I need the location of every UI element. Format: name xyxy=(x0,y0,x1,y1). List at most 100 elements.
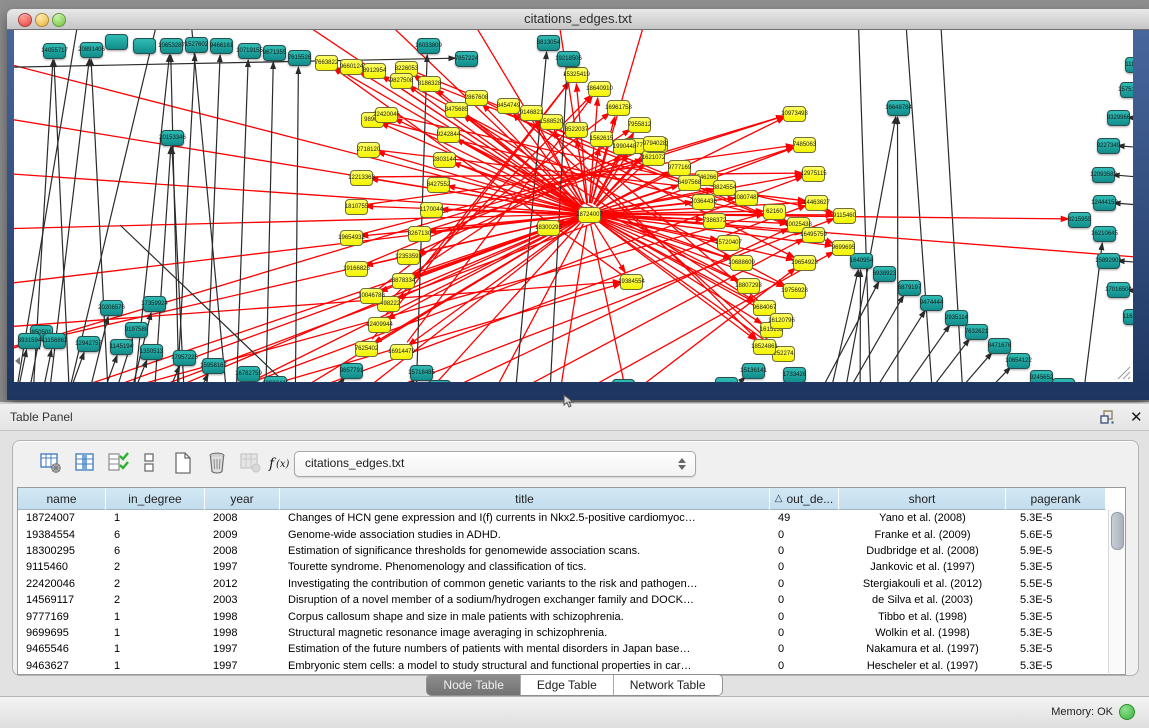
graph-node[interactable]: 8267130 xyxy=(408,226,431,242)
graph-node[interactable]: 10807487 xyxy=(735,190,758,206)
graph-node[interactable]: 9227349 xyxy=(1097,138,1120,154)
graph-node[interactable]: 62160 xyxy=(763,204,786,220)
graph-node[interactable]: 10046788 xyxy=(360,288,383,304)
graph-node[interactable]: 19756928 xyxy=(783,283,806,299)
graph-node[interactable]: 12353593 xyxy=(397,249,420,265)
graph-node[interactable]: 10653287 xyxy=(160,38,183,54)
column-header-name[interactable]: name xyxy=(18,488,106,510)
graph-node[interactable] xyxy=(105,34,128,50)
graph-node[interactable] xyxy=(428,380,451,382)
graph-node[interactable]: 14055717 xyxy=(43,43,66,59)
delete-table-icon[interactable] xyxy=(237,449,265,477)
graph-node[interactable]: 19654923 xyxy=(793,255,816,271)
graph-node[interactable]: 8427552 xyxy=(427,177,450,193)
table-row[interactable]: 1872400712008Changes of HCN gene express… xyxy=(18,510,1107,526)
graph-node[interactable]: 15136141 xyxy=(742,363,765,379)
graph-node[interactable]: 9794028 xyxy=(643,136,666,152)
graph-node[interactable]: 20364436 xyxy=(692,194,715,210)
graph-node[interactable]: 8471676 xyxy=(988,338,1011,354)
graph-node[interactable]: 1170044 xyxy=(420,202,443,218)
graph-node[interactable]: 1117204 xyxy=(1125,57,1133,73)
graph-node[interactable]: 18724007 xyxy=(578,207,601,223)
graph-node[interactable] xyxy=(612,379,635,382)
column-header-pagerank[interactable]: pagerank xyxy=(1006,488,1106,510)
table-row[interactable]: 2242004622012Investigating the contribut… xyxy=(18,576,1107,592)
graph-node[interactable]: 16033809 xyxy=(417,38,440,54)
window-titlebar[interactable]: citations_edges.txt xyxy=(7,9,1149,30)
graph-node[interactable]: 9660124 xyxy=(340,59,363,75)
graph-node[interactable]: 3475685 xyxy=(445,102,468,118)
graph-node[interactable]: 1562615 xyxy=(590,131,613,147)
float-panel-icon[interactable] xyxy=(1100,410,1114,424)
table-row[interactable]: 946362711997Embryonic stem cells: a mode… xyxy=(18,658,1107,673)
graph-node[interactable]: 12942757 xyxy=(77,336,100,352)
graph-node[interactable]: 7857224 xyxy=(455,51,478,67)
graph-node[interactable]: 1588520 xyxy=(540,114,563,130)
table-row[interactable]: 911546021997Tourette syndrome. Phenomeno… xyxy=(18,559,1107,575)
resize-grip[interactable] xyxy=(1117,366,1131,380)
graph-node[interactable]: 14463627 xyxy=(805,195,828,211)
column-header-out_de[interactable]: △out_de... xyxy=(770,488,839,510)
graph-node[interactable]: 12444153 xyxy=(1093,195,1116,211)
graph-node[interactable]: 10688609 xyxy=(730,255,753,271)
graph-node[interactable]: 6497568 xyxy=(678,175,701,191)
graph-node[interactable]: 9146821 xyxy=(520,105,543,121)
graph-node[interactable]: 15892901 xyxy=(1097,253,1120,269)
graph-node[interactable]: 1350513 xyxy=(140,344,163,360)
graph-node[interactable]: 18300295 xyxy=(537,220,560,236)
graph-node[interactable]: 16495759 xyxy=(802,227,825,243)
graph-node[interactable]: 12213363 xyxy=(350,170,373,186)
graph-node[interactable]: 19166825 xyxy=(345,261,368,277)
graph-node[interactable]: 7625402 xyxy=(355,341,378,357)
graph-node[interactable]: 16961758 xyxy=(607,100,630,116)
graph-node[interactable]: 19384554 xyxy=(620,274,643,290)
new-column-icon[interactable] xyxy=(169,449,197,477)
function-builder-icon[interactable]: f(x) xyxy=(267,449,295,477)
column-header-in_degree[interactable]: in_degree xyxy=(106,488,205,510)
graph-node[interactable]: 20891406 xyxy=(80,42,103,58)
graph-node[interactable]: 7386372 xyxy=(703,213,726,229)
table-row[interactable]: 946554611997Estimation of the future num… xyxy=(18,641,1107,657)
close-panel-icon[interactable]: ✕ xyxy=(1130,408,1143,426)
graph-node[interactable] xyxy=(133,38,156,54)
graph-node[interactable]: 16210645 xyxy=(1093,226,1116,242)
graph-node[interactable]: 19218506 xyxy=(557,51,580,67)
graph-node[interactable]: 9245652 xyxy=(1030,370,1053,382)
table-scrollbar[interactable] xyxy=(1108,510,1125,673)
graph-node[interactable]: 15958167 xyxy=(202,358,225,374)
graph-node[interactable]: 10719155 xyxy=(238,43,261,59)
graph-node[interactable]: 18524861 xyxy=(753,339,776,355)
graph-node[interactable]: 1145194 xyxy=(110,339,133,355)
graph-node[interactable]: 8878334 xyxy=(392,273,415,289)
graph-node[interactable]: 15720407 xyxy=(717,235,740,251)
graph-node[interactable]: 15325419 xyxy=(565,67,588,83)
graph-node[interactable]: 8813054 xyxy=(537,35,560,51)
graph-node[interactable]: 8186328 xyxy=(418,76,441,92)
graph-node[interactable]: 16648784 xyxy=(887,100,910,116)
graph-node[interactable]: 2867608 xyxy=(465,90,488,106)
graph-node[interactable]: 9827508 xyxy=(390,73,413,89)
column-header-year[interactable]: year xyxy=(205,488,280,510)
scrollbar-thumb[interactable] xyxy=(1111,512,1124,550)
graph-node[interactable]: 6879197 xyxy=(898,280,921,296)
graph-node[interactable]: 16120796 xyxy=(770,313,793,329)
graph-node[interactable]: 1990448 xyxy=(613,139,636,155)
graph-node[interactable]: 9857791 xyxy=(340,363,363,379)
graph-node[interactable]: 12093582 xyxy=(1092,167,1115,183)
graph-node[interactable]: 9671355 xyxy=(263,45,286,61)
graph-node[interactable]: 19654932 xyxy=(340,230,363,246)
graph-node[interactable]: 1640954 xyxy=(850,253,873,269)
table-mode-icon[interactable] xyxy=(37,449,65,477)
graph-node[interactable]: 17359924 xyxy=(143,296,166,312)
table-body[interactable]: 1872400712008Changes of HCN gene express… xyxy=(18,510,1107,673)
graph-node[interactable]: 9197588 xyxy=(125,322,148,338)
graph-node[interactable]: 9115460 xyxy=(833,208,856,224)
column-header-short[interactable]: short xyxy=(839,488,1006,510)
graph-node[interactable]: 8522037 xyxy=(565,122,588,138)
network-canvas[interactable]: 6216098901252274746266850501111720411451… xyxy=(14,30,1133,382)
memory-status-indicator[interactable] xyxy=(1119,704,1135,720)
graph-node[interactable] xyxy=(1052,378,1075,382)
graph-node[interactable]: 15718485 xyxy=(410,365,433,381)
graph-node[interactable]: 10973493 xyxy=(783,106,806,122)
tab-network-table[interactable]: Network Table xyxy=(614,675,722,695)
